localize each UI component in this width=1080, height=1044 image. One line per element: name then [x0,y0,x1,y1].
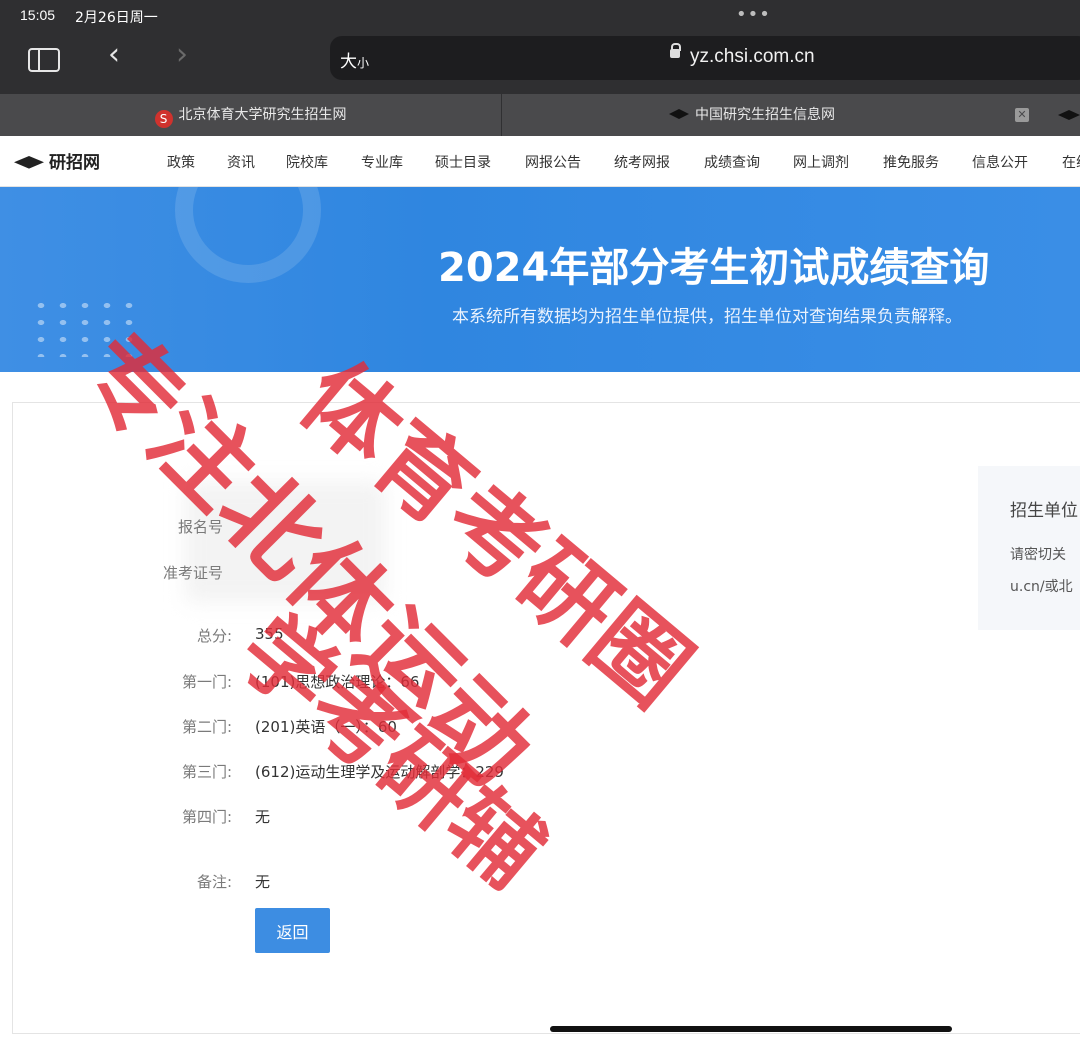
tab-title: 中国研究生招生信息网 [695,107,835,123]
nav-item[interactable]: 专业库 [361,152,403,172]
total-label: 总分: [196,627,232,645]
subject-label: 第四门: [181,808,232,826]
tab-bar: S 北京体育大学研究生招生网 中国研究生招生信息网 ✕ [0,94,1080,136]
remark-value: 无 [255,873,271,891]
nav-item[interactable]: 网上调剂 [793,152,849,172]
remark-label: 备注: [196,873,232,891]
subject-value: 无 [255,808,271,826]
nav-item[interactable]: 院校库 [286,152,328,172]
status-bar: 15:05 2月26日周一 ••• [0,0,1080,32]
panel-link[interactable]: u.cn/或北 [1010,576,1073,596]
url-text: yz.chsi.com.cn [690,46,815,67]
graduation-cap-icon [14,156,44,169]
panel-text: 请密切关 [1010,547,1066,563]
graduation-cap-icon [669,109,689,119]
graduation-cap-icon[interactable] [1058,110,1080,120]
nav-item[interactable]: 信息公开 [972,152,1028,172]
nav-item[interactable]: 硕士目录 [435,152,491,172]
forward-button[interactable]: › [176,40,188,70]
nav-item[interactable]: 成绩查询 [704,152,760,172]
status-time: 15:05 [20,7,56,23]
status-date: 2月26日周一 [75,10,158,26]
site-nav: 研招网 政策 资讯 院校库 专业库 硕士目录 网报公告 统考网报 成绩查询 网上… [0,136,1080,187]
nav-item[interactable]: 政策 [167,152,195,172]
nav-item[interactable]: 统考网报 [614,152,670,172]
browser-toolbar: ‹ › 大小 yz.chsi.com.cn [0,32,1080,94]
page-size-button[interactable]: 大小 [340,47,369,72]
back-button[interactable]: 返回 [255,908,330,953]
subject-label: 第二门: [181,718,232,736]
address-bar[interactable]: 大小 yz.chsi.com.cn [330,36,1080,80]
nav-item[interactable]: 推免服务 [883,152,939,172]
nav-item[interactable]: 资讯 [227,152,255,172]
panel-title: 招生单位 [1010,501,1078,521]
tab-close-icon[interactable]: ✕ [1015,108,1029,122]
banner-title: 2024年部分考生初试成绩查询 [438,245,990,291]
tab-title: 北京体育大学研究生招生网 [178,107,347,123]
tab-bsu-admissions[interactable]: S 北京体育大学研究生招生网 [0,94,502,136]
nav-item[interactable]: 网报公告 [525,152,581,172]
admission-unit-panel: 招生单位 请密切关 u.cn/或北 [978,466,1080,630]
site-logo[interactable]: 研招网 [14,148,100,173]
home-indicator[interactable] [550,1026,952,1032]
lock-icon [670,43,681,58]
sidebar-toggle-icon[interactable] [28,48,60,72]
bsu-favicon-icon: S [154,110,173,128]
ticket-number-label: 准考证号 [162,564,223,582]
decorative-circle [175,187,321,283]
multitasking-dots-icon[interactable]: ••• [736,4,771,25]
subject-label: 第一门: [181,673,232,691]
tab-chsi[interactable]: 中国研究生招生信息网 [503,94,1001,136]
banner-subtitle: 本系统所有数据均为招生单位提供，招生单位对查询结果负责解释。 [452,307,962,327]
subject-label: 第三门: [181,763,232,781]
back-button[interactable]: ‹ [108,40,120,70]
nav-item[interactable]: 在线 [1062,152,1080,172]
